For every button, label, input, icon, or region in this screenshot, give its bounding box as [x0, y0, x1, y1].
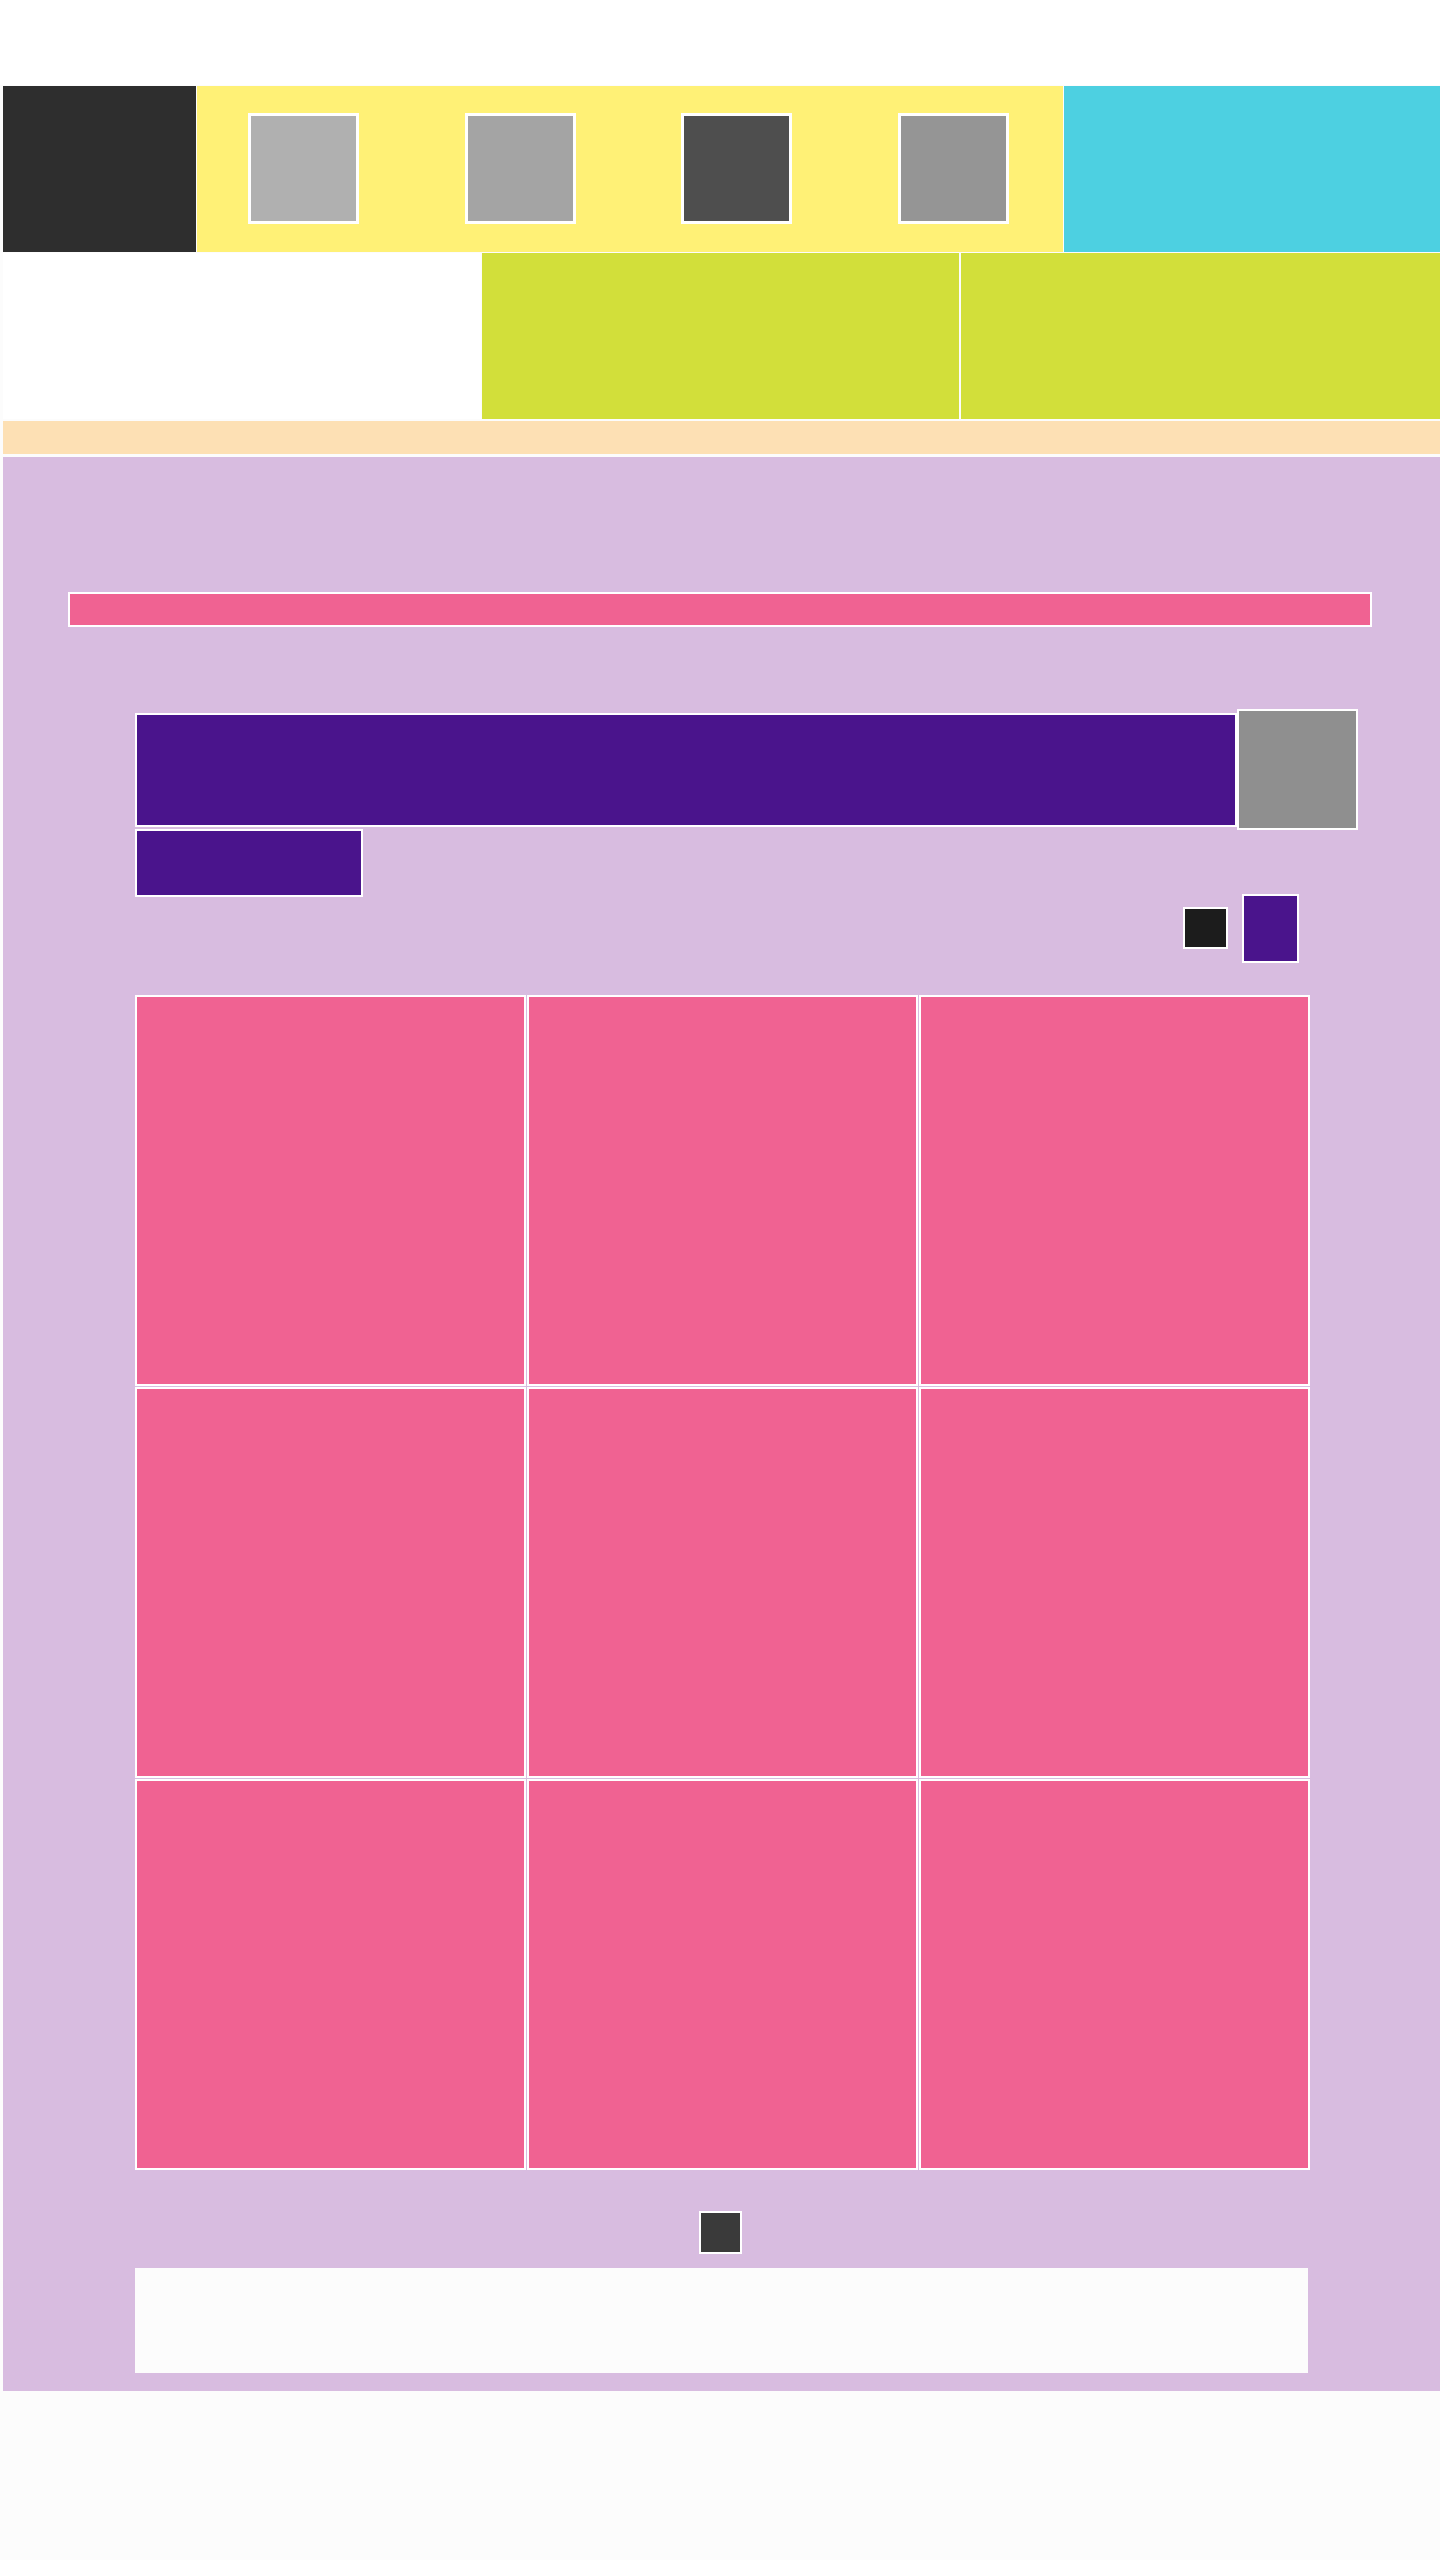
grid-tile[interactable] — [919, 1387, 1310, 1778]
view-toggle-button[interactable] — [1183, 907, 1228, 949]
nav-button-3[interactable] — [681, 113, 792, 224]
page-title — [135, 713, 1237, 827]
grid-tile[interactable] — [135, 1387, 526, 1778]
footer-panel — [135, 2268, 1308, 2373]
nav-bar — [197, 86, 1063, 252]
grid-tile[interactable] — [527, 995, 918, 1386]
nav-button-1[interactable] — [248, 113, 359, 224]
subheader-panel-right[interactable] — [961, 253, 1440, 419]
page-subtitle — [135, 829, 363, 897]
pagination-dot-icon[interactable] — [699, 2211, 742, 2254]
banner-bar — [3, 421, 1440, 454]
nav-button-2[interactable] — [465, 113, 576, 224]
grid-tile[interactable] — [527, 1387, 918, 1778]
divider-strip — [68, 592, 1372, 627]
logo[interactable] — [3, 86, 196, 252]
title-action-button[interactable] — [1237, 709, 1358, 830]
header-accent-panel — [1064, 86, 1440, 252]
grid-tile[interactable] — [135, 1779, 526, 2170]
top-spacer — [0, 0, 1440, 85]
filter-button[interactable] — [1242, 894, 1299, 963]
grid-tile[interactable] — [919, 1779, 1310, 2170]
grid-tile[interactable] — [135, 995, 526, 1386]
subheader-blank-panel — [3, 253, 481, 419]
grid-tile[interactable] — [919, 995, 1310, 1386]
subheader-panel-left[interactable] — [482, 253, 959, 419]
grid-tile[interactable] — [527, 1779, 918, 2170]
nav-button-4[interactable] — [898, 113, 1009, 224]
